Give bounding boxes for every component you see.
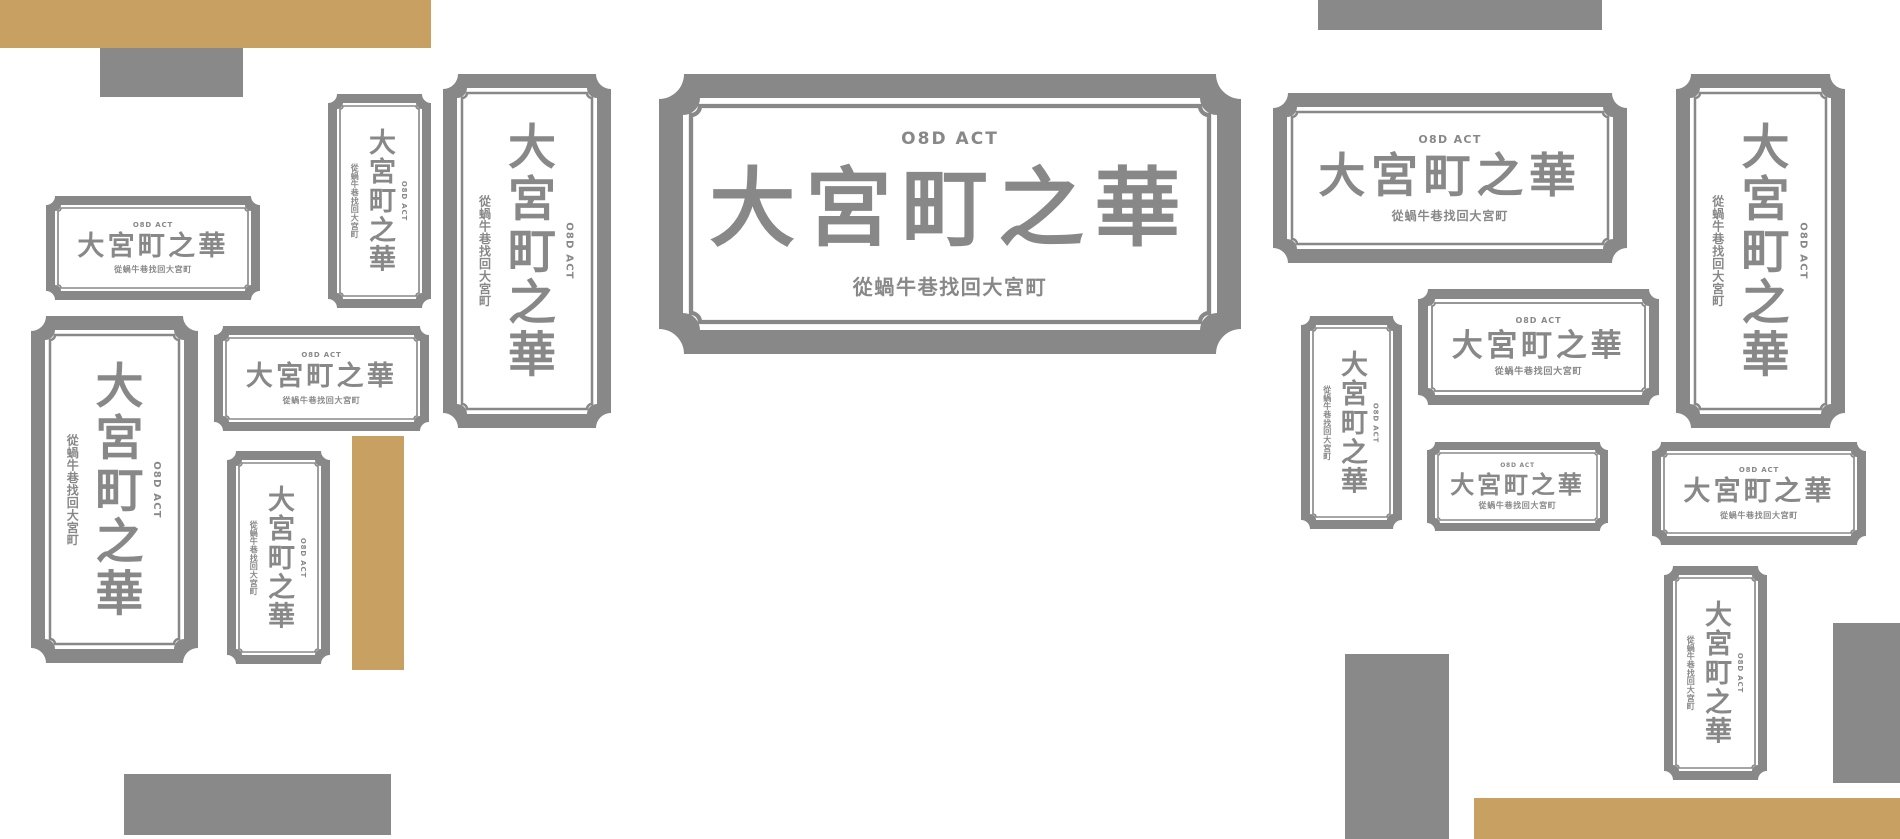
sign-brand: O8D ACT [400, 180, 409, 222]
gray-block-top-right [1318, 0, 1602, 30]
sign-subtitle: 從蝸牛巷找回大宮町 [114, 265, 192, 275]
sign-title: 大宮町之華 [1683, 476, 1835, 508]
sign-vertical-small: 大宮町之華 從蝸牛巷找回大宮町 O8D ACT [227, 451, 330, 664]
sign-vertical-large: 大宮町之華 從蝸牛巷找回大宮町 O8D ACT [31, 316, 198, 663]
sign-subtitle: 從蝸牛巷找回大宮町 [350, 163, 360, 239]
sign-brand: O8D ACT [1797, 222, 1809, 280]
sign-horizontal-small: O8D ACT 大宮町之華 從蝸牛巷找回大宮町 [1652, 442, 1866, 545]
sign-title: 大宮町之華 [1700, 600, 1731, 746]
sign-subtitle: 從蝸牛巷找回大宮町 [477, 194, 492, 308]
sign-vertical-small: 大宮町之華 從蝸牛巷找回大宮町 O8D ACT [328, 94, 431, 308]
sign-title: 大宮町之華 [245, 361, 398, 393]
sign-subtitle: 從蝸牛巷找回大宮町 [1494, 367, 1583, 378]
sign-subtitle: 從蝸牛巷找回大宮町 [1686, 635, 1696, 711]
gray-block-bottom-right [1345, 654, 1449, 839]
gold-block-top-left [0, 0, 431, 48]
sign-title: 大宮町之華 [263, 484, 294, 631]
sign-brand: O8D ACT [150, 460, 162, 519]
sign-subtitle: 從蝸牛巷找回大宮町 [65, 433, 80, 546]
sign-horizontal-small: O8D ACT 大宮町之華 從蝸牛巷找回大宮町 [1418, 289, 1659, 405]
gray-block-right-edge [1833, 623, 1900, 783]
sign-brand: O8D ACT [1500, 461, 1535, 469]
sign-horizontal-small: O8D ACT 大宮町之華 從蝸牛巷找回大宮町 [214, 326, 429, 431]
sign-brand: O8D ACT [901, 129, 999, 150]
sign-vertical-large: 大宮町之華 從蝸牛巷找回大宮町 O8D ACT [443, 74, 611, 428]
sign-brand: O8D ACT [563, 222, 575, 280]
sign-brand: O8D ACT [1738, 466, 1780, 475]
sign-brand: O8D ACT [132, 220, 174, 229]
sign-vertical-small: 大宮町之華 從蝸牛巷找回大宮町 O8D ACT [1301, 316, 1402, 529]
sign-title: 大宮町之華 [1318, 148, 1582, 204]
sign-title: 大宮町之華 [499, 121, 555, 381]
sign-horizontal-medium: O8D ACT 大宮町之華 從蝸牛巷找回大宮町 [1273, 93, 1627, 263]
sign-title: 大宮町之華 [1451, 327, 1626, 364]
sign-subtitle: 從蝸牛巷找回大宮町 [1720, 510, 1798, 520]
sign-subtitle: 從蝸牛巷找回大宮町 [1710, 194, 1725, 308]
sign-brand: O8D ACT [1515, 315, 1562, 325]
sign-brand: O8D ACT [1418, 132, 1482, 146]
sign-title: 大宮町之華 [86, 359, 143, 620]
sign-title: 大宮町之華 [709, 159, 1191, 260]
sign-subtitle: 從蝸牛巷找回大宮町 [852, 274, 1048, 299]
gray-block-top-left [100, 48, 243, 97]
sign-horizontal-small: O8D ACT 大宮町之華 從蝸牛巷找回大宮町 [46, 196, 260, 300]
sign-brand: O8D ACT [299, 537, 308, 578]
sign-title: 大宮町之華 [1450, 470, 1585, 499]
sign-title: 大宮町之華 [364, 128, 395, 274]
sign-vertical-small: 大宮町之華 從蝸牛巷找回大宮町 O8D ACT [1664, 566, 1767, 780]
sign-subtitle: 從蝸牛巷找回大宮町 [1391, 209, 1509, 224]
gray-block-bottom-left [124, 774, 391, 835]
sign-horizontal-large: O8D ACT 大宮町之華 從蝸牛巷找回大宮町 [659, 74, 1241, 354]
sign-title: 大宮町之華 [1336, 349, 1367, 496]
gold-block-center-left [352, 436, 404, 670]
sign-brand: O8D ACT [301, 351, 342, 360]
sign-subtitle: 從蝸牛巷找回大宮町 [1322, 385, 1332, 460]
sign-title: 大宮町之華 [1732, 121, 1789, 381]
sign-vertical-large: 大宮町之華 從蝸牛巷找回大宮町 O8D ACT [1676, 74, 1845, 428]
sign-subtitle: 從蝸牛巷找回大宮町 [282, 395, 361, 405]
sign-horizontal-small: O8D ACT 大宮町之華 從蝸牛巷找回大宮町 [1427, 442, 1608, 531]
sign-brand: O8D ACT [1736, 652, 1745, 694]
sign-subtitle: 從蝸牛巷找回大宮町 [249, 520, 259, 595]
sign-title: 大宮町之華 [77, 230, 229, 262]
sign-brand: O8D ACT [1371, 402, 1380, 443]
gold-block-bottom-right [1474, 798, 1900, 839]
sign-subtitle: 從蝸牛巷找回大宮町 [1478, 501, 1557, 511]
